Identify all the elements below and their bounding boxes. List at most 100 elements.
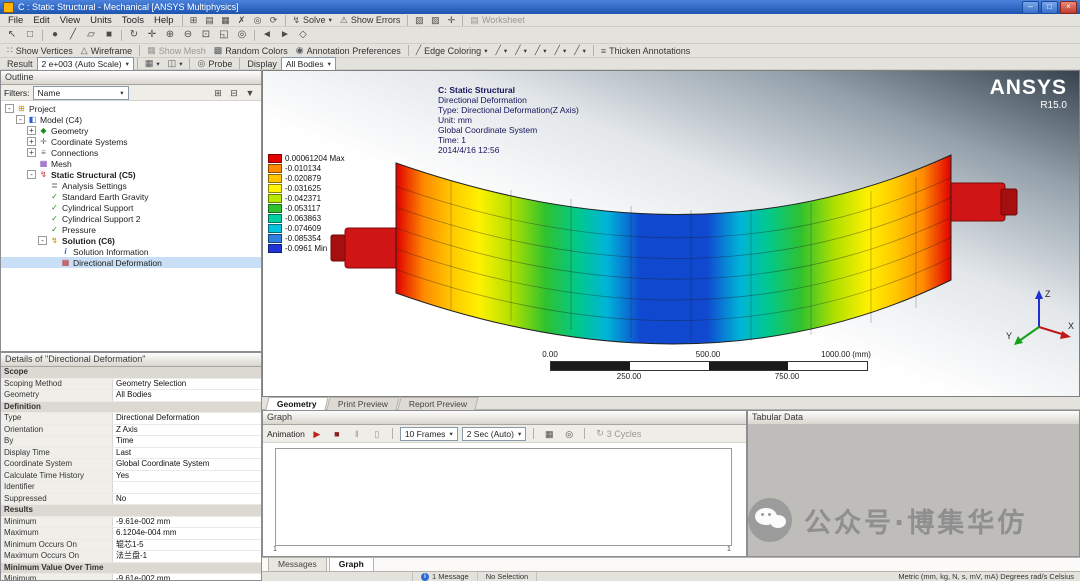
edge-option-1-dropdown[interactable]: ╱ ▾ <box>491 45 511 57</box>
cycles-control[interactable]: ↻ 3 Cycles <box>592 428 645 440</box>
tree-item-coordinate-systems[interactable]: + ✛ Coordinate Systems <box>1 136 261 147</box>
menu-units[interactable]: Units <box>85 14 117 27</box>
edge-option-5-dropdown[interactable]: ╱ ▾ <box>570 45 590 57</box>
tree-item-analysis-settings[interactable]: ≣ Analysis Settings <box>1 180 261 191</box>
next-view-icon[interactable]: ► <box>276 28 294 42</box>
solve-button[interactable]: ↯ Solve ▾ <box>289 14 336 26</box>
probe-button[interactable]: ◎ Probe <box>193 58 236 70</box>
tree-item-solution[interactable]: - ↯ Solution (C6) <box>1 235 261 246</box>
deformed-beam[interactable] <box>396 155 951 344</box>
close-button[interactable]: × <box>1060 1 1077 14</box>
wireframe-toggle[interactable]: △ Wireframe <box>77 45 136 57</box>
magnifier-icon[interactable]: ◎ <box>233 28 251 42</box>
tree-item-solution-information[interactable]: i Solution Information <box>1 246 261 257</box>
status-messages[interactable]: i 1 Message <box>413 572 478 581</box>
filter-options-icon[interactable]: ▼ <box>242 87 258 99</box>
tree-item-directional-deformation[interactable]: ▦ Directional Deformation <box>1 257 261 268</box>
display-filter-dropdown[interactable]: All Bodies ▾ <box>281 57 336 71</box>
tree-expander-icon[interactable] <box>49 247 58 256</box>
select-cursor-icon[interactable]: ↖ <box>3 28 21 42</box>
collapse-tree-icon[interactable]: ⊟ <box>226 87 242 99</box>
edge-coloring-dropdown[interactable]: ╱ Edge Coloring ▾ <box>412 45 492 57</box>
tree-item-pressure[interactable]: ✓ Pressure <box>1 224 261 235</box>
tree-expander-icon[interactable]: + <box>27 148 36 157</box>
tree-item-model[interactable]: - ◧ Model (C4) <box>1 114 261 125</box>
tree-expander-icon[interactable]: - <box>38 236 47 245</box>
result-chart[interactable] <box>275 448 732 546</box>
edge-option-3-dropdown[interactable]: ╱ ▾ <box>531 45 551 57</box>
delete-icon[interactable]: ✗ <box>234 14 250 26</box>
details-value[interactable] <box>113 482 261 493</box>
refresh-icon[interactable]: ⟳ <box>266 14 282 26</box>
tree-expander-icon[interactable] <box>27 159 36 168</box>
tab-report-preview[interactable]: Report Preview <box>397 397 478 410</box>
frames-dropdown[interactable]: 10 Frames ▾ <box>400 427 458 441</box>
details-value[interactable]: Last <box>113 448 261 459</box>
zoom-graph-icon[interactable]: ◎ <box>561 428 577 440</box>
tree-item-connections[interactable]: + ≡ Connections <box>1 147 261 158</box>
duration-dropdown[interactable]: 2 Sec (Auto) ▾ <box>462 427 527 441</box>
iso-view-icon[interactable]: ◇ <box>294 28 312 42</box>
box-select-icon[interactable]: □ <box>21 28 39 42</box>
details-value[interactable]: All Bodies <box>113 390 261 401</box>
tabular-data-body[interactable] <box>748 424 1079 556</box>
menu-file[interactable]: File <box>3 14 28 27</box>
pan-icon[interactable]: ✛ <box>143 28 161 42</box>
tree-item-cylindrical-support[interactable]: ✓ Cylindrical Support <box>1 202 261 213</box>
details-value[interactable]: No <box>113 494 261 505</box>
rotate-icon[interactable]: ↻ <box>125 28 143 42</box>
comment-icon[interactable]: ✛ <box>443 14 459 26</box>
chart-icon[interactable]: ▨ <box>427 14 443 26</box>
tree-item-static-structural[interactable]: - ↯ Static Structural (C5) <box>1 169 261 180</box>
menu-help[interactable]: Help <box>149 14 179 27</box>
zoom-out-icon[interactable]: ⊖ <box>179 28 197 42</box>
find-icon[interactable]: ◎ <box>250 14 266 26</box>
details-value[interactable]: Time <box>113 436 261 447</box>
tree-expander-icon[interactable]: - <box>27 170 36 179</box>
menu-view[interactable]: View <box>55 14 85 27</box>
annotation-preferences-button[interactable]: ◉ Annotation Preferences <box>292 45 405 57</box>
details-value[interactable]: Global Coordinate System <box>113 459 261 470</box>
coordinate-triad[interactable]: Z X Y <box>1005 283 1077 349</box>
face-filter-icon[interactable]: ▱ <box>82 28 100 42</box>
vertex-filter-icon[interactable]: ● <box>46 28 64 42</box>
graphics-viewport[interactable]: ANSYS R15.0 C: Static Structural Directi… <box>262 70 1080 397</box>
expand-tree-icon[interactable]: ⊞ <box>210 87 226 99</box>
stop-icon[interactable]: ■ <box>329 428 345 440</box>
edge-option-4-dropdown[interactable]: ╱ ▾ <box>551 45 571 57</box>
random-colors-toggle[interactable]: ▩ Random Colors <box>210 45 292 57</box>
details-value[interactable]: Yes <box>113 471 261 482</box>
details-value[interactable]: Z Axis <box>113 425 261 436</box>
tree-expander-icon[interactable]: - <box>5 104 14 113</box>
details-value[interactable]: Directional Deformation <box>113 413 261 424</box>
tree-expander-icon[interactable] <box>38 192 47 201</box>
result-scale-dropdown[interactable]: 2 e+003 (Auto Scale) ▾ <box>37 57 134 71</box>
frame-step-icon[interactable]: ▯ <box>369 428 385 440</box>
tab-geometry[interactable]: Geometry <box>265 397 328 410</box>
show-mesh-toggle[interactable]: ▦ Show Mesh <box>143 45 210 57</box>
menu-edit[interactable]: Edit <box>28 14 54 27</box>
tree-expander-icon[interactable] <box>38 181 47 190</box>
play-icon[interactable]: ▶ <box>309 428 325 440</box>
tree-expander-icon[interactable]: + <box>27 137 36 146</box>
deformed-model[interactable] <box>301 133 1046 371</box>
thicken-annotations-toggle[interactable]: ≡ Thicken Annotations <box>597 45 694 57</box>
tab-print-preview[interactable]: Print Preview <box>326 397 399 410</box>
tree-expander-icon[interactable] <box>49 258 58 267</box>
box-zoom-icon[interactable]: ⊡ <box>197 28 215 42</box>
maximize-button[interactable]: □ <box>1041 1 1058 14</box>
tree-item-cylindrical-support-2[interactable]: ✓ Cylindrical Support 2 <box>1 213 261 224</box>
tree-item-geometry[interactable]: + ◆ Geometry <box>1 125 261 136</box>
minimize-button[interactable]: – <box>1022 1 1039 14</box>
tree-item-standard-earth-gravity[interactable]: ✓ Standard Earth Gravity <box>1 191 261 202</box>
tree-expander-icon[interactable] <box>38 203 47 212</box>
worksheet-button[interactable]: ▤ Worksheet <box>466 14 528 26</box>
show-errors-button[interactable]: ⚠ Show Errors <box>336 14 405 26</box>
edge-filter-icon[interactable]: ╱ <box>64 28 82 42</box>
body-filter-icon[interactable]: ■ <box>100 28 118 42</box>
tree-item-project[interactable]: - ⊞ Project <box>1 103 261 114</box>
tree-expander-icon[interactable] <box>38 225 47 234</box>
export-video-icon[interactable]: ▦ <box>541 428 557 440</box>
previous-view-icon[interactable]: ◄ <box>258 28 276 42</box>
tab-messages[interactable]: Messages <box>268 557 327 571</box>
